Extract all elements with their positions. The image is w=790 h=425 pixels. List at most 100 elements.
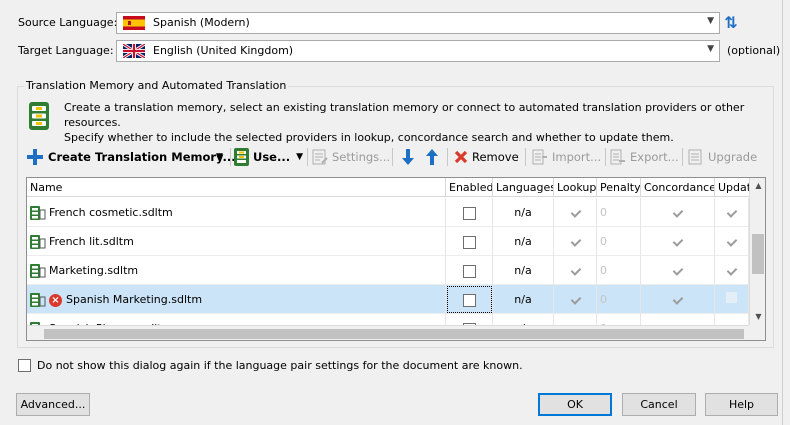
- cell-update: [715, 256, 749, 285]
- target-language-combo[interactable]: English (United Kingdom) ▼: [116, 40, 720, 62]
- cell-update: [715, 285, 749, 314]
- cell-enabled[interactable]: [446, 285, 493, 314]
- tm-file-icon: [30, 264, 46, 278]
- cell-enabled[interactable]: [446, 227, 493, 256]
- cell-penalty: 0: [597, 285, 641, 314]
- toolbar-separator: [605, 148, 606, 166]
- tm-name: Spanish Marketing.sdltm: [66, 293, 203, 306]
- table-row[interactable]: French lit.sdltm n/a 0: [27, 227, 749, 256]
- scroll-corner: [749, 325, 765, 340]
- source-language-combo[interactable]: Spanish (Modern) ▼: [116, 12, 720, 34]
- move-down-button[interactable]: [402, 147, 414, 167]
- toolbar-separator: [447, 148, 448, 166]
- cell-concordance: [641, 285, 715, 314]
- column-header-lookup[interactable]: Lookup: [554, 178, 597, 197]
- penalty-value: 0: [600, 264, 607, 277]
- remove-button[interactable]: Remove: [454, 147, 519, 167]
- cancel-button[interactable]: Cancel: [622, 393, 696, 416]
- lookup-checkbox: [570, 266, 581, 277]
- remove-label: Remove: [472, 150, 519, 164]
- target-language-label: Target Language:: [18, 44, 114, 57]
- column-header-concordance[interactable]: Concordance: [641, 178, 715, 197]
- settings-label: Settings...: [332, 150, 391, 164]
- settings-button[interactable]: Settings...: [312, 147, 390, 167]
- enabled-checkbox[interactable]: [462, 235, 476, 249]
- ok-button[interactable]: OK: [538, 393, 612, 416]
- cell-update: [715, 227, 749, 256]
- tm-file-icon: [30, 293, 46, 307]
- chevron-down-icon: ▼: [707, 16, 714, 26]
- import-button[interactable]: Import...: [532, 147, 601, 167]
- cell-enabled[interactable]: [446, 256, 493, 285]
- create-tm-button[interactable]: Create Translation Memory...: [26, 147, 236, 167]
- help-button[interactable]: Help: [705, 393, 778, 416]
- use-button[interactable]: Use... ▼: [234, 147, 303, 167]
- update-checkbox: [726, 292, 737, 303]
- horizontal-scroll-thumb[interactable]: [44, 329, 744, 339]
- dont-show-again-row[interactable]: Do not show this dialog again if the lan…: [18, 359, 523, 372]
- tm-name: French cosmetic.sdltm: [49, 206, 173, 219]
- tm-toolbar: Create Translation Memory... ▼ Use... ▼ …: [26, 145, 766, 169]
- source-language-label: Source Language:: [18, 16, 118, 29]
- toolbar-separator: [392, 148, 393, 166]
- dont-show-again-checkbox[interactable]: [18, 359, 31, 372]
- move-up-button[interactable]: [426, 147, 438, 167]
- table-row[interactable]: Marketing.sdltm n/a 0: [27, 256, 749, 285]
- tm-description-line2: Specify whether to include the selected …: [64, 131, 674, 144]
- tm-description: Create a translation memory, select an e…: [64, 100, 764, 145]
- column-header-penalty[interactable]: Penalty: [597, 178, 641, 197]
- column-header-update[interactable]: Updat: [715, 178, 749, 197]
- cell-lookup: [554, 198, 597, 227]
- cell-lookup: [554, 227, 597, 256]
- tm-description-line1: Create a translation memory, select an e…: [64, 101, 745, 129]
- cell-enabled[interactable]: [446, 198, 493, 227]
- enabled-checkbox[interactable]: [462, 293, 476, 307]
- chevron-down-icon: ▼: [296, 152, 304, 162]
- cell-name: Marketing.sdltm: [27, 256, 446, 285]
- cell-languages: n/a: [493, 285, 554, 314]
- column-header-languages[interactable]: Languages: [493, 178, 554, 197]
- remove-icon: [454, 150, 468, 164]
- concordance-checkbox: [672, 237, 683, 248]
- vertical-scrollbar[interactable]: ▲ ▼: [749, 178, 765, 325]
- dialog-right-edge: [782, 0, 790, 425]
- target-optional-note: (optional): [727, 44, 781, 57]
- update-checkbox: [726, 266, 737, 277]
- horizontal-scrollbar[interactable]: [27, 325, 749, 340]
- column-header-name[interactable]: Name: [27, 178, 446, 197]
- concordance-checkbox: [672, 266, 683, 277]
- advanced-button[interactable]: Advanced...: [16, 393, 90, 416]
- create-tm-dropdown[interactable]: ▼: [216, 147, 223, 167]
- enabled-checkbox[interactable]: [462, 264, 476, 278]
- table-row[interactable]: × Spanish Marketing.sdltm n/a 0: [27, 285, 749, 314]
- cell-concordance: [641, 227, 715, 256]
- dont-show-again-label: Do not show this dialog again if the lan…: [37, 359, 523, 372]
- scroll-down-icon[interactable]: ▼: [750, 309, 765, 325]
- tm-file-icon: [30, 235, 46, 249]
- upgrade-button[interactable]: Upgrade: [688, 147, 757, 167]
- use-label: Use...: [253, 150, 291, 164]
- lookup-checkbox: [570, 295, 581, 306]
- chevron-down-icon: ▼: [707, 44, 714, 54]
- enabled-checkbox[interactable]: [462, 206, 476, 220]
- swap-languages-icon[interactable]: ⇅: [724, 12, 738, 34]
- arrow-down-icon: [402, 149, 414, 165]
- column-header-enabled[interactable]: Enabled: [446, 178, 493, 197]
- cell-languages: n/a: [493, 256, 554, 285]
- plus-icon: [27, 149, 43, 165]
- tm-grid[interactable]: Name Enabled Languages Lookup Penalty Co…: [26, 177, 766, 341]
- languages-value: n/a: [514, 293, 532, 306]
- scroll-up-icon[interactable]: ▲: [750, 178, 765, 194]
- vertical-scroll-thumb[interactable]: [752, 234, 764, 274]
- toolbar-separator: [525, 148, 526, 166]
- cell-concordance: [641, 256, 715, 285]
- export-button[interactable]: Export...: [610, 147, 679, 167]
- import-label: Import...: [552, 150, 602, 164]
- chevron-down-icon: ▼: [216, 152, 223, 162]
- toolbar-separator: [682, 148, 683, 166]
- table-row[interactable]: French cosmetic.sdltm n/a 0: [27, 198, 749, 227]
- tm-group-title: Translation Memory and Automated Transla…: [24, 79, 289, 92]
- cell-name: French lit.sdltm: [27, 227, 446, 256]
- languages-value: n/a: [514, 206, 532, 219]
- cell-concordance: [641, 198, 715, 227]
